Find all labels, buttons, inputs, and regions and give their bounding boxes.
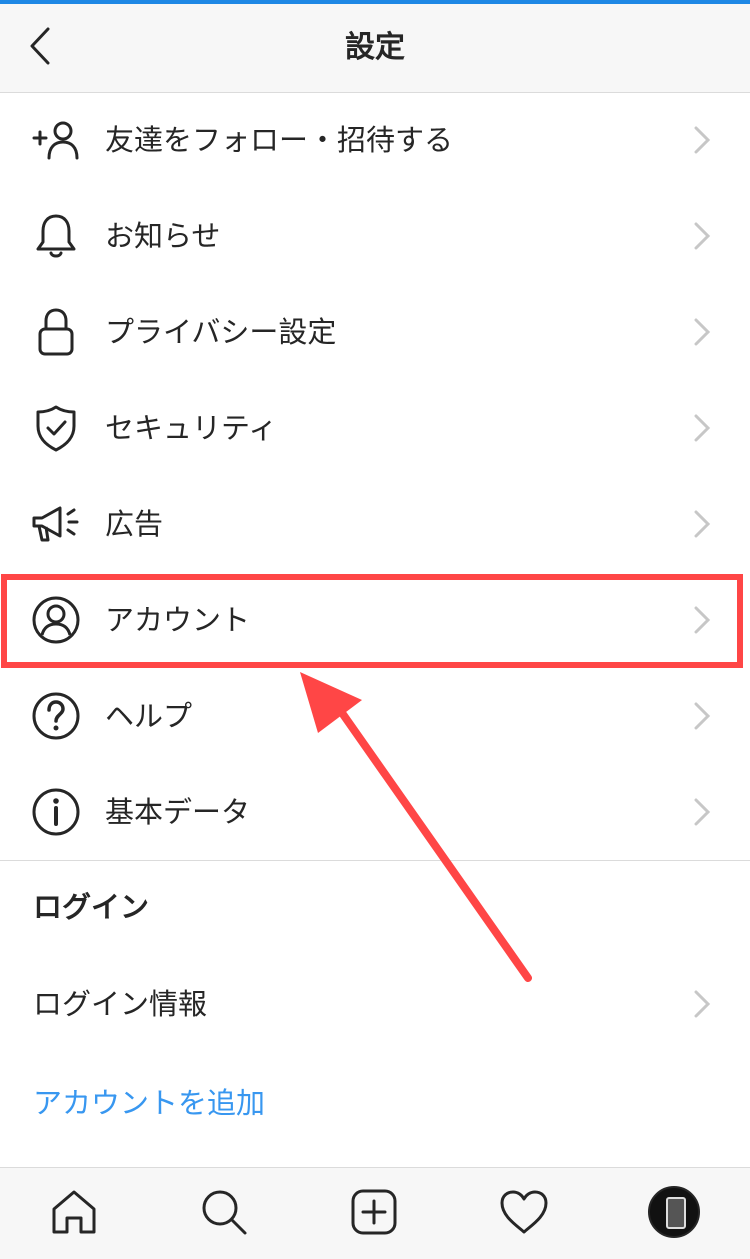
profile-avatar <box>648 1186 700 1238</box>
menu-item-help[interactable]: ヘルプ <box>0 668 750 764</box>
info-circle-icon <box>28 786 84 838</box>
bell-icon <box>28 210 84 262</box>
add-account-link[interactable]: アカウントを追加 <box>33 1080 265 1122</box>
menu-item-label: セキュリティ <box>105 411 278 445</box>
chevron-right-icon <box>694 606 711 634</box>
menu-item-privacy[interactable]: プライバシー設定 <box>0 284 750 380</box>
page-title: 設定 <box>345 30 405 65</box>
header: 設定 <box>0 4 750 93</box>
chevron-right-icon <box>694 510 711 538</box>
chevron-right-icon <box>694 318 711 346</box>
chevron-right-icon <box>694 222 711 250</box>
menu-item-account[interactable]: アカウント <box>0 572 750 668</box>
section-divider <box>0 860 750 861</box>
add-person-icon <box>28 114 84 166</box>
menu-item-ads[interactable]: 広告 <box>0 476 750 572</box>
chevron-right-icon <box>694 798 711 826</box>
tab-profile[interactable] <box>648 1186 700 1238</box>
chevron-right-icon <box>694 414 711 442</box>
heart-icon <box>500 1190 548 1234</box>
menu-item-security[interactable]: セキュリティ <box>0 380 750 476</box>
menu-item-about[interactable]: 基本データ <box>0 764 750 860</box>
tab-search[interactable] <box>198 1186 250 1238</box>
menu-item-label: お知らせ <box>105 219 221 253</box>
menu-item-label: アカウント <box>105 603 251 637</box>
menu-item-login-info[interactable]: ログイン情報 <box>0 956 750 1052</box>
chevron-right-icon <box>694 990 711 1018</box>
chevron-left-icon <box>30 27 50 65</box>
menu-item-label: ヘルプ <box>105 699 193 733</box>
megaphone-icon <box>28 498 84 550</box>
back-button[interactable] <box>18 22 62 70</box>
menu-item-label: プライバシー設定 <box>105 315 337 349</box>
home-icon <box>52 1190 96 1234</box>
chevron-right-icon <box>694 702 711 730</box>
menu-item-label: 友達をフォロー・招待する <box>105 123 454 157</box>
chevron-right-icon <box>694 126 711 154</box>
menu-item-follow-invite[interactable]: 友達をフォロー・招待する <box>0 92 750 188</box>
search-icon <box>202 1190 247 1235</box>
help-circle-icon <box>28 690 84 742</box>
lock-icon <box>28 306 84 358</box>
tab-home[interactable] <box>48 1186 100 1238</box>
account-circle-icon <box>28 594 84 646</box>
bottom-tab-bar <box>0 1167 750 1259</box>
login-section-title: ログイン <box>33 890 150 924</box>
menu-item-label: ログイン情報 <box>33 987 208 1021</box>
add-post-icon <box>351 1189 397 1235</box>
menu-item-label: 広告 <box>105 507 164 541</box>
tab-activity[interactable] <box>498 1186 550 1238</box>
menu-item-label: 基本データ <box>105 795 251 829</box>
menu-item-notifications[interactable]: お知らせ <box>0 188 750 284</box>
tab-new-post[interactable] <box>348 1186 400 1238</box>
shield-check-icon <box>28 402 84 454</box>
